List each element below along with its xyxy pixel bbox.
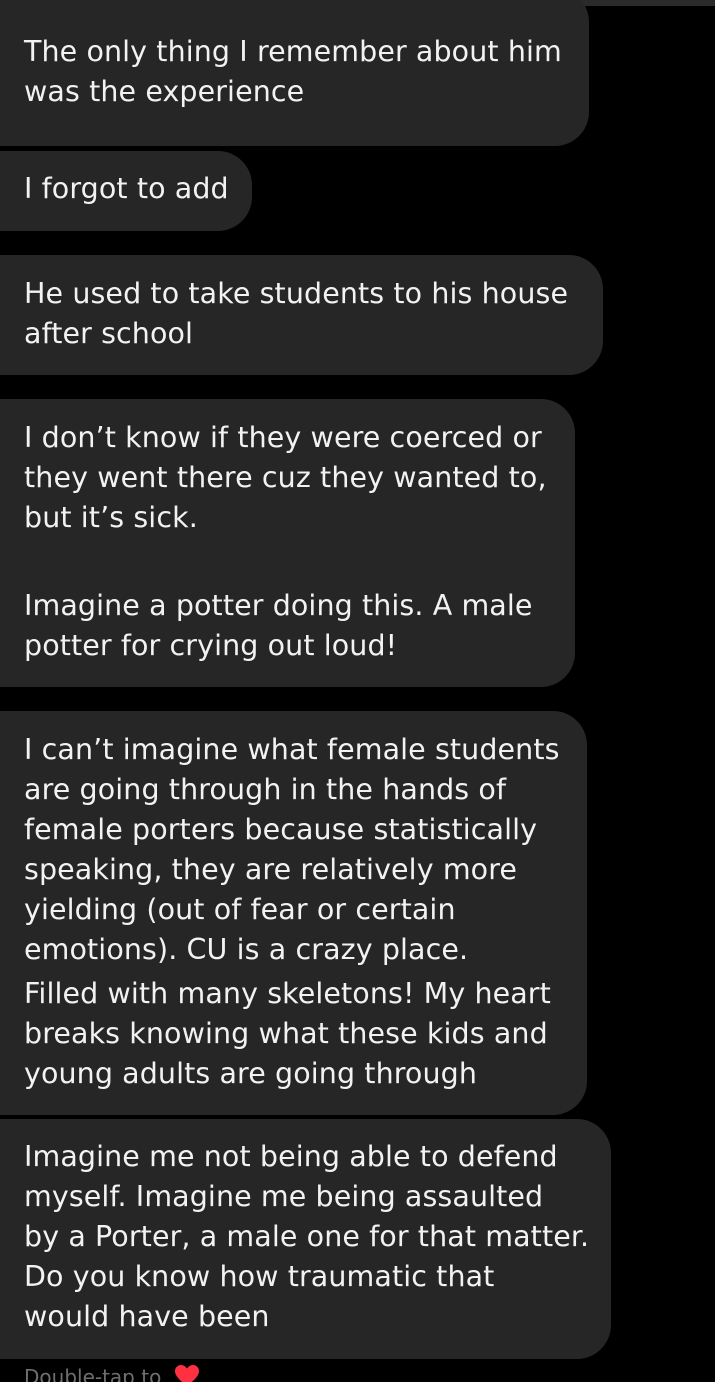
- message-text: but it’s sick.: [24, 501, 198, 534]
- message-text: Filled with many skeletons! My heart: [24, 977, 551, 1010]
- message-bubble[interactable]: I forgot to add: [0, 151, 252, 231]
- message-text: yielding (out of fear or certain: [24, 893, 456, 926]
- message-text: I can’t imagine what female students: [24, 733, 560, 766]
- double-tap-hint: Double-tap to: [24, 1364, 200, 1382]
- message-text: Imagine a potter doing this. A male: [24, 589, 533, 622]
- message-text: I don’t know if they were coerced or: [24, 421, 542, 454]
- message-text: after school: [24, 317, 194, 350]
- message-bubble[interactable]: The only thing I remember about him was …: [0, 0, 589, 146]
- message-text: The only thing I remember about him: [24, 35, 562, 68]
- message-text: myself. Imagine me being assaulted: [24, 1180, 544, 1213]
- message-text: potter for crying out loud!: [24, 629, 398, 662]
- message-text: breaks knowing what these kids and: [24, 1017, 548, 1050]
- message-text: they went there cuz they wanted to,: [24, 461, 547, 494]
- message-bubble[interactable]: I can’t imagine what female students are…: [0, 711, 587, 1115]
- message-text: Do you know how traumatic that: [24, 1260, 495, 1293]
- message-text: He used to take students to his house: [24, 277, 569, 310]
- message-text: would have been: [24, 1300, 270, 1333]
- message-bubble[interactable]: Imagine me not being able to defend myse…: [0, 1119, 611, 1359]
- message-bubble[interactable]: I don’t know if they were coerced or the…: [0, 399, 575, 687]
- message-text: speaking, they are relatively more: [24, 853, 518, 886]
- message-text: female porters because statistically: [24, 813, 538, 846]
- double-tap-hint-text: Double-tap to: [24, 1365, 162, 1382]
- message-text: by a Porter, a male one for that matter.: [24, 1220, 590, 1253]
- message-text: are going through in the hands of: [24, 773, 507, 806]
- message-text: was the experience: [24, 75, 305, 108]
- message-text: young adults are going through: [24, 1057, 477, 1090]
- message-text: Imagine me not being able to defend: [24, 1140, 558, 1173]
- message-text: emotions). CU is a crazy place.: [24, 933, 469, 966]
- message-bubble[interactable]: He used to take students to his house af…: [0, 255, 603, 375]
- heart-icon[interactable]: [174, 1364, 200, 1382]
- message-text: I forgot to add: [24, 172, 229, 205]
